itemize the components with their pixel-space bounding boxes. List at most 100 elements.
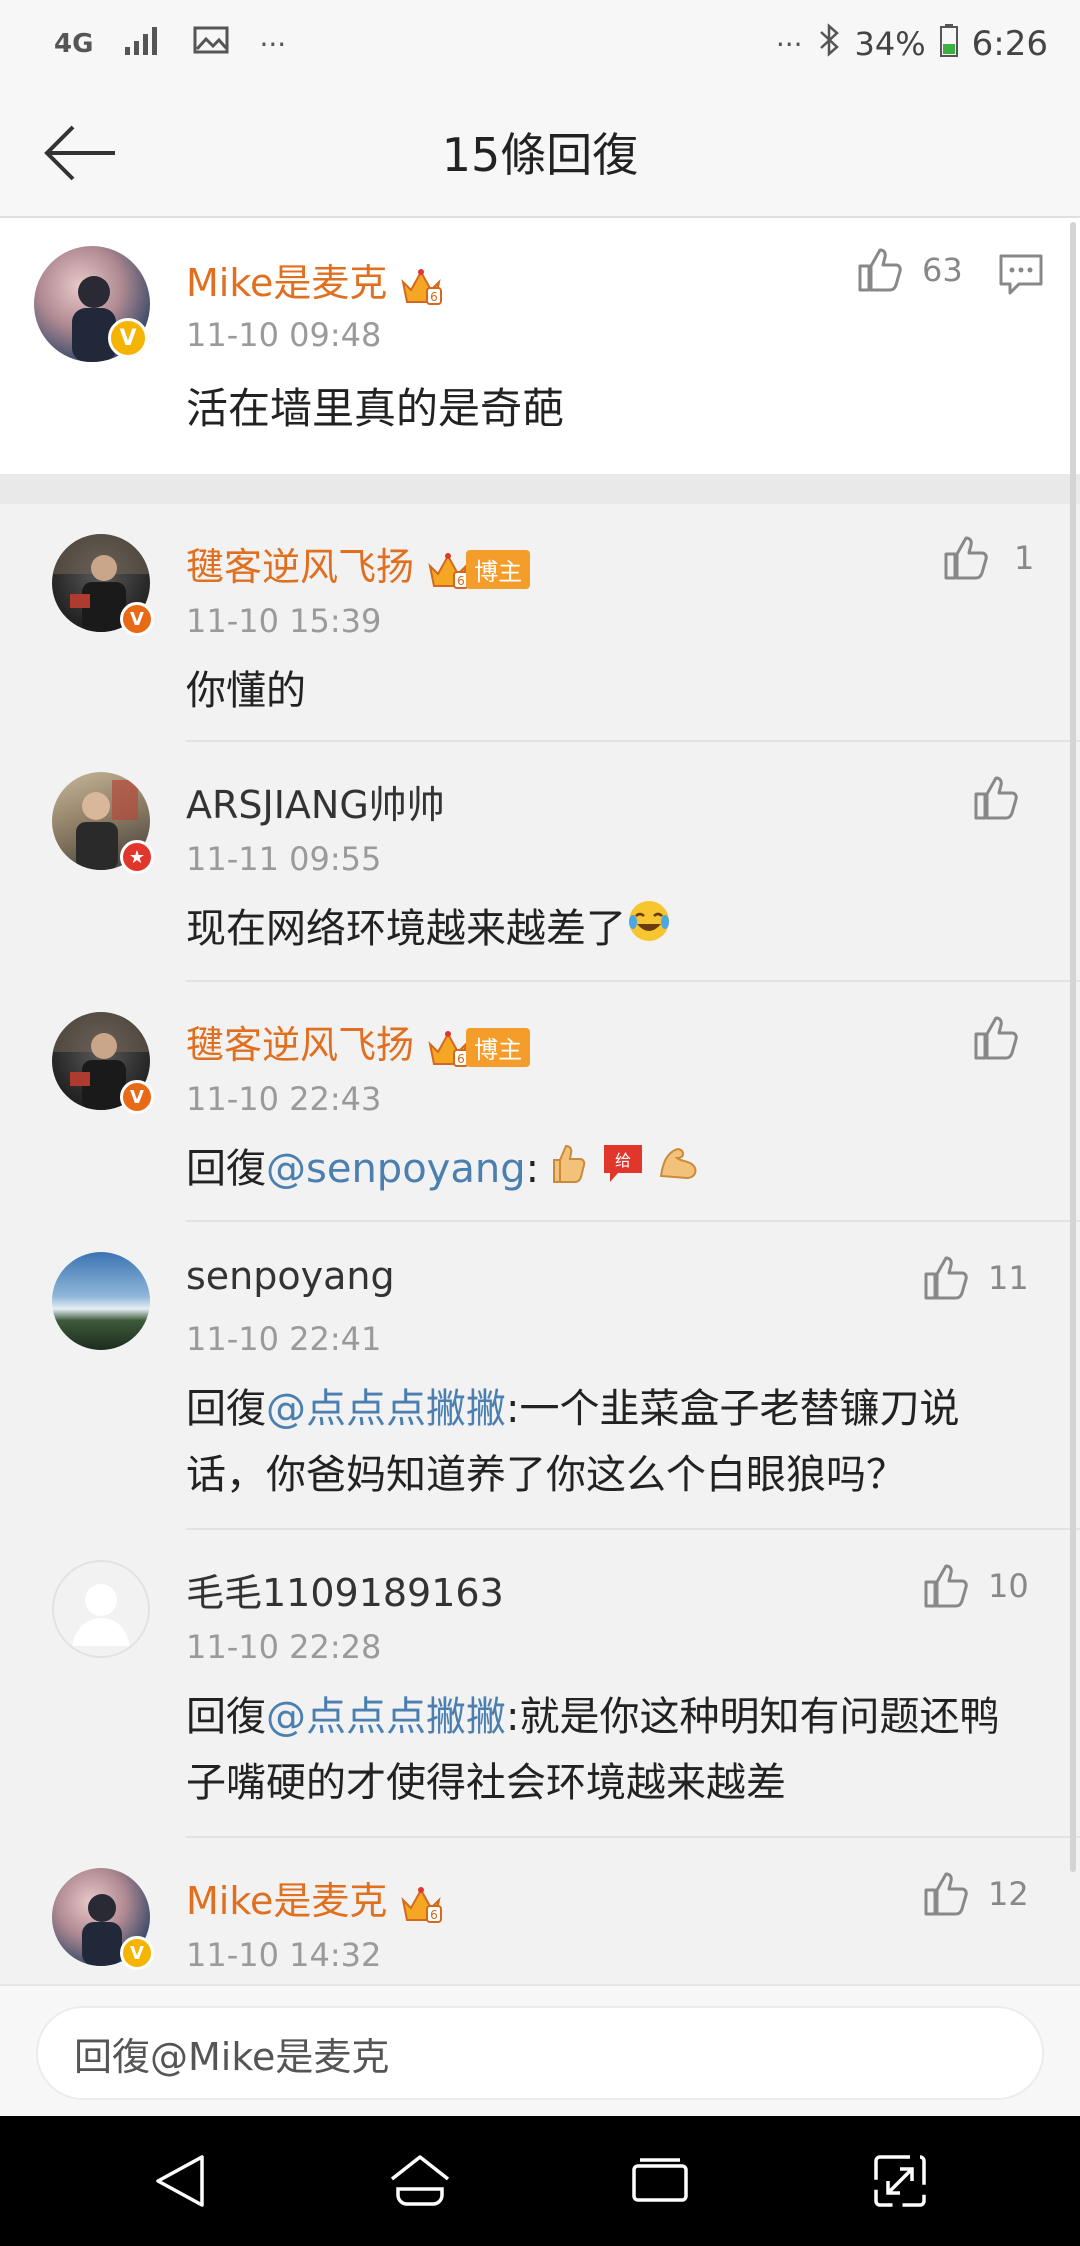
crown-icon: 6 — [399, 1884, 443, 1924]
status-right: ··· 34% 6:26 — [776, 23, 1048, 65]
mention-link[interactable]: @点点点撇撇 — [266, 1386, 506, 1432]
reply-input-bar: 回復@Mike是麦克 — [0, 1984, 1080, 2116]
status-bar: 4G ··· ··· 34% 6:26 — [0, 0, 1080, 88]
reply-input[interactable]: 回復@Mike是麦克 — [36, 2006, 1044, 2100]
system-nav-bar — [0, 2116, 1080, 2246]
reply-username[interactable]: ARSJIANG帅帅 — [186, 774, 445, 829]
thumbs-up-emoji-icon — [552, 1138, 588, 1204]
reply-prefix: 回復 — [186, 1146, 266, 1192]
reply-time: 11-10 14:32 — [186, 1936, 382, 1974]
reply-time: 11-10 22:28 — [186, 1628, 382, 1666]
nav-expand-button[interactable] — [850, 2131, 950, 2231]
nav-home-button[interactable] — [370, 2131, 470, 2231]
list-item: V 毽客逆风飞扬 6 博主 11-10 22:43 回復@senpoyang: — [0, 982, 1080, 1222]
crown-icon: 6 — [399, 266, 443, 306]
like-button[interactable]: 12 — [922, 1870, 1029, 1918]
page-title: 15條回復 — [441, 128, 639, 182]
comment-username[interactable]: Mike是麦克 6 — [186, 252, 443, 307]
like-count: 1 — [1014, 539, 1035, 577]
reply-username[interactable]: 毽客逆风飞扬 6 博主 — [186, 536, 531, 591]
thumbs-up-icon — [924, 1564, 968, 1608]
reply-time: 11-10 22:43 — [186, 1080, 382, 1118]
home-icon — [390, 2155, 450, 2206]
svg-text:6: 6 — [431, 1908, 439, 1922]
expand-arrows-icon — [874, 2155, 926, 2207]
geili-emoji-icon: 给 — [601, 1138, 645, 1204]
svg-text:6: 6 — [457, 574, 465, 588]
more-dots-icon: ··· — [775, 27, 803, 61]
reply-time: 11-10 15:39 — [186, 602, 382, 640]
reply-comment-button[interactable] — [998, 252, 1044, 300]
thumbs-up-icon — [924, 1872, 968, 1916]
triangle-back-icon — [156, 2155, 204, 2207]
like-button[interactable]: 63 — [856, 246, 963, 294]
username-text: 毽客逆风飞扬 — [186, 545, 415, 589]
svg-text:6: 6 — [431, 290, 439, 304]
avatar[interactable] — [52, 1252, 150, 1350]
avatar[interactable] — [52, 1560, 150, 1658]
star-badge-icon: ★ — [120, 840, 154, 874]
more-dots-icon: ··· — [259, 27, 287, 61]
gallery-icon — [193, 25, 229, 63]
mention-link[interactable]: @点点点撇撇 — [266, 1694, 506, 1740]
nav-recents-button[interactable] — [610, 2131, 710, 2231]
back-button[interactable] — [40, 118, 120, 188]
like-count: 63 — [922, 251, 963, 289]
username-text: 毽客逆风飞扬 — [186, 1023, 415, 1067]
reply-time: 11-10 22:41 — [186, 1320, 382, 1358]
reply-text: 你懂的 — [186, 668, 306, 714]
bluetooth-icon — [817, 23, 841, 65]
status-left: 4G ··· — [54, 25, 286, 63]
username-text: Mike是麦克 — [186, 1879, 388, 1923]
list-item: V Mike是麦克 6 11-10 14:32 12 — [0, 1838, 1080, 1984]
blogger-tag: 博主 — [466, 1028, 531, 1067]
main-comment: V Mike是麦克 6 11-10 09:48 活在墙里真的是奇葩 63 — [0, 218, 1080, 474]
nav-back-button[interactable] — [130, 2131, 230, 2231]
like-button[interactable]: 1 — [942, 534, 1034, 582]
verified-badge-icon: V — [120, 602, 154, 636]
battery-icon — [939, 23, 958, 65]
thumbs-up-icon — [858, 248, 902, 292]
header: 15條回復 — [0, 88, 1080, 218]
comment-bubble-icon — [999, 254, 1043, 295]
like-count: 12 — [988, 1875, 1029, 1913]
like-button[interactable]: 10 — [922, 1562, 1029, 1610]
list-item: 毛毛1109189163 11-10 22:28 回復@点点点撇撇:就是你这种明… — [0, 1530, 1080, 1838]
list-item: senpoyang 11-10 22:41 回復@点点点撇撇:一个韭菜盒子老替镰… — [0, 1222, 1080, 1530]
list-item: ★ ARSJIANG帅帅 11-11 09:55 现在网络环境越来越差了 — [0, 742, 1080, 982]
reply-text: 回復@点点点撇撇:一个韭菜盒子老替镰刀说话，你爸妈知道养了你这么个白眼狼吗？ — [186, 1376, 1006, 1508]
thumbs-up-icon — [974, 1016, 1018, 1060]
like-button[interactable]: 11 — [922, 1254, 1029, 1302]
reply-prefix: 回復 — [186, 1386, 266, 1432]
muscle-emoji-icon — [657, 1138, 699, 1204]
blogger-tag: 博主 — [466, 550, 531, 589]
username-text: Mike是麦克 — [186, 261, 388, 305]
like-button[interactable] — [972, 1014, 1020, 1062]
reply-username[interactable]: senpoyang — [186, 1254, 395, 1298]
laugh-cry-emoji-icon — [626, 898, 672, 964]
mention-link[interactable]: @senpoyang — [266, 1146, 526, 1192]
comment-text: 活在墙里真的是奇葩 — [186, 384, 565, 433]
scrollbar[interactable] — [1070, 222, 1076, 1872]
reply-text: 回復@senpoyang: 给 — [186, 1136, 699, 1204]
thumbs-up-icon — [924, 1256, 968, 1300]
reply-username[interactable]: 毽客逆风飞扬 6 博主 — [186, 1014, 531, 1069]
reply-time: 11-11 09:55 — [186, 840, 382, 878]
reply-username[interactable]: Mike是麦克 6 — [186, 1870, 443, 1925]
crown-icon: 6 — [426, 550, 470, 590]
reply-list: V 毽客逆风飞扬 6 博主 11-10 15:39 你懂的 1 ★ ARSJIA… — [0, 504, 1080, 1984]
thumbs-up-icon — [974, 776, 1018, 820]
thumbs-up-icon — [944, 536, 988, 580]
reply-prefix: 回復 — [186, 1694, 266, 1740]
reply-username[interactable]: 毛毛1109189163 — [186, 1562, 504, 1617]
verified-badge-icon: V — [108, 318, 148, 358]
svg-text:6: 6 — [457, 1052, 465, 1066]
like-button[interactable] — [972, 774, 1020, 822]
like-count: 10 — [988, 1567, 1029, 1605]
default-user-icon — [72, 1584, 130, 1646]
back-arrow-icon — [44, 125, 115, 181]
verified-badge-icon: V — [120, 1936, 154, 1970]
comment-time: 11-10 09:48 — [186, 316, 382, 354]
crown-icon: 6 — [426, 1028, 470, 1068]
like-count: 11 — [988, 1259, 1029, 1297]
